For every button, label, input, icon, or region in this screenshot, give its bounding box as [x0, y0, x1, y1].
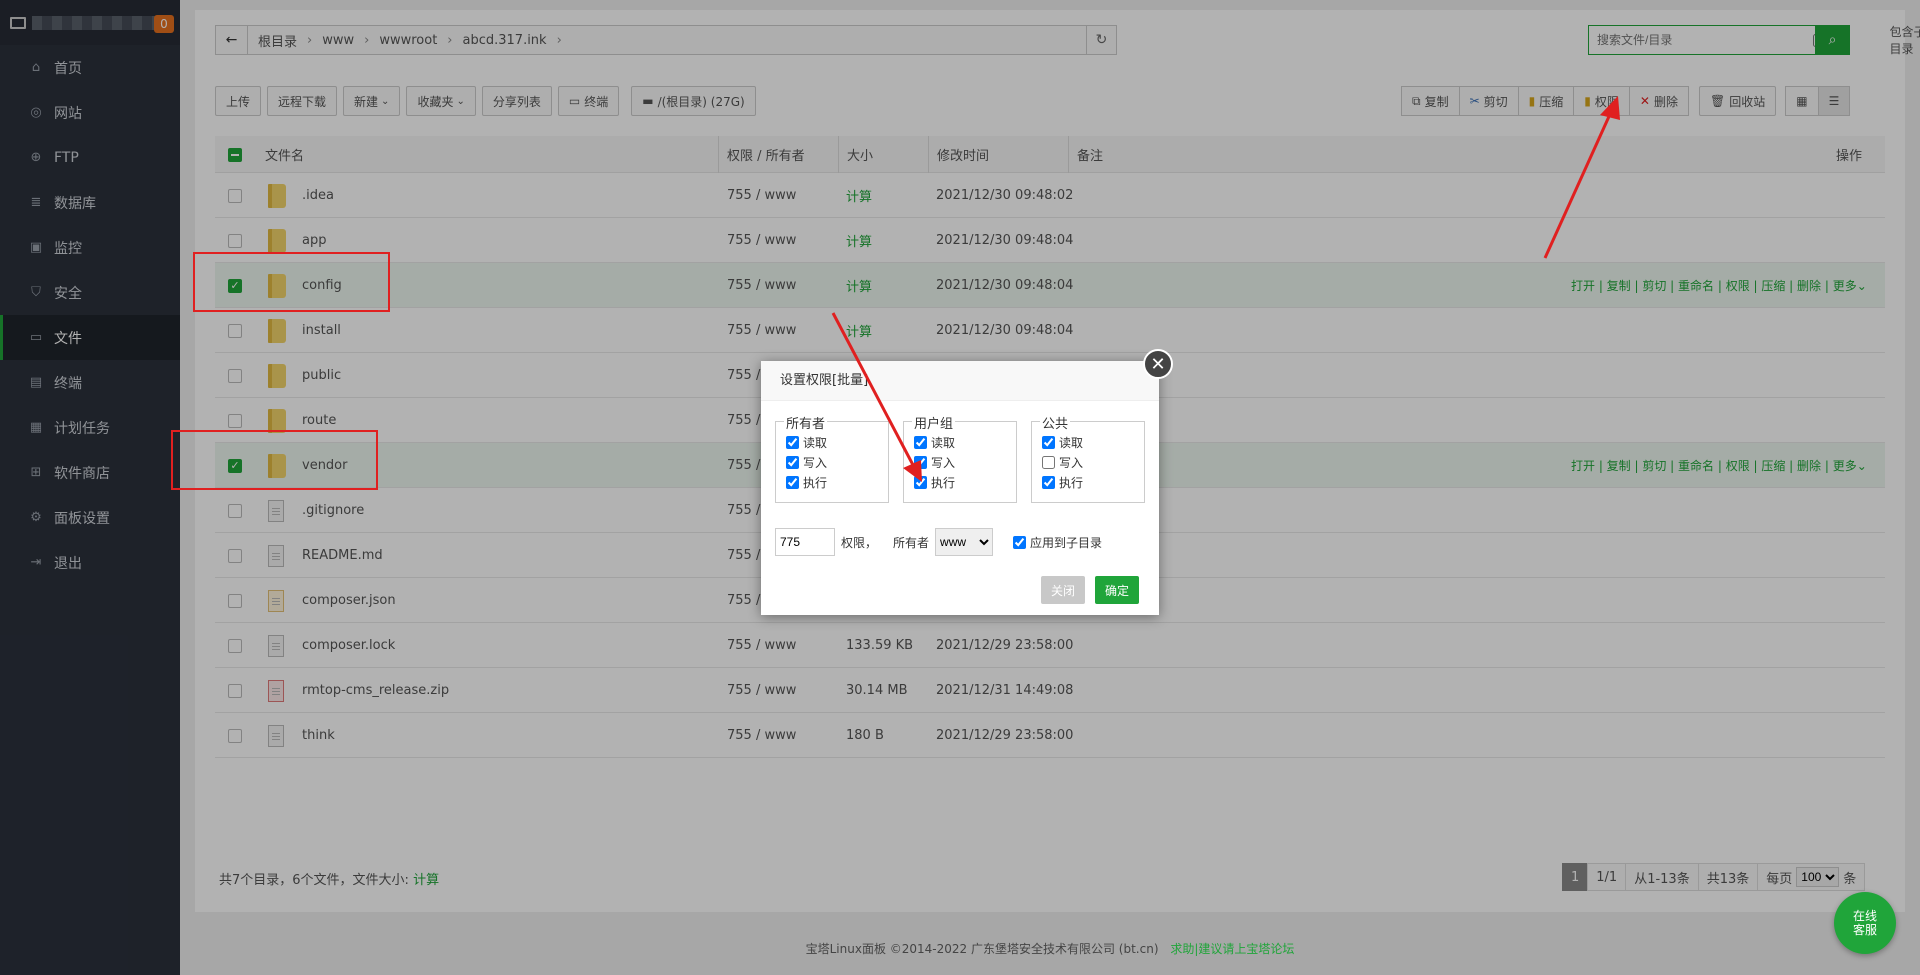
copyright: 宝塔Linux面板 ©2014-2022 广东堡塔安全技术有限公司 (bt.cn…	[0, 940, 1920, 957]
perm-exec[interactable]: 执行	[914, 472, 1016, 492]
perm-read-checkbox[interactable]	[1042, 435, 1055, 449]
perm-write-label: 写入	[1059, 455, 1084, 470]
group-legend: 公共	[1040, 413, 1071, 432]
dialog-close-button[interactable]: ✕	[1143, 349, 1173, 379]
perm-exec-label: 执行	[803, 475, 828, 490]
perm-read-label: 读取	[931, 435, 956, 450]
copyright-text: 宝塔Linux面板 ©2014-2022 广东堡塔安全技术有限公司 (bt.cn…	[805, 942, 1159, 956]
perm-write[interactable]: 写入	[1042, 452, 1144, 472]
perm-read[interactable]: 读取	[1042, 432, 1144, 452]
perm-exec-label: 执行	[931, 475, 956, 490]
perm-write[interactable]: 写入	[786, 452, 888, 472]
permission-settings-row: 权限， 所有者 www 应用到子目录	[775, 528, 1102, 556]
close-icon: ✕	[1150, 353, 1166, 375]
group-legend: 用户组	[912, 413, 956, 432]
online-service-label: 在线客服	[1852, 909, 1877, 937]
perm-write-checkbox[interactable]	[786, 455, 799, 469]
perm-read-label: 读取	[1059, 435, 1084, 450]
online-service-button[interactable]: 在线客服	[1834, 892, 1896, 954]
perm-read[interactable]: 读取	[914, 432, 1016, 452]
apply-subdir-checkbox[interactable]	[1013, 535, 1027, 549]
perm-exec[interactable]: 执行	[786, 472, 888, 492]
perm-exec-checkbox[interactable]	[786, 475, 799, 489]
group-legend: 所有者	[784, 413, 828, 432]
forum-link[interactable]: 求助|建议请上宝塔论坛	[1170, 942, 1294, 956]
owner-select[interactable]: www	[935, 528, 994, 556]
owner-label: 所有者	[893, 535, 930, 550]
perm-write-label: 写入	[931, 455, 956, 470]
dialog-cancel-button[interactable]: 关闭	[1040, 576, 1085, 604]
perm-exec[interactable]: 执行	[1042, 472, 1144, 492]
perm-read-label: 读取	[803, 435, 828, 450]
dialog-buttons: 关闭 确定	[1040, 576, 1139, 604]
perm-exec-checkbox[interactable]	[1042, 475, 1055, 489]
perm-read-checkbox[interactable]	[914, 435, 927, 449]
permission-dialog: 设置权限[批量] ✕ 所有者读取写入执行用户组读取写入执行公共读取写入执行 权限…	[761, 349, 1173, 615]
dialog-confirm-button[interactable]: 确定	[1094, 576, 1139, 604]
permission-value-input[interactable]	[775, 528, 835, 556]
permission-group-0: 所有者读取写入执行	[775, 413, 889, 503]
dialog-title: 设置权限[批量]	[761, 361, 1159, 401]
permission-label: 权限，	[841, 535, 878, 550]
apply-subdir-option[interactable]: 应用到子目录	[1013, 534, 1102, 551]
perm-write-checkbox[interactable]	[914, 455, 927, 469]
permission-group-1: 用户组读取写入执行	[903, 413, 1017, 503]
perm-read[interactable]: 读取	[786, 432, 888, 452]
annotation-box-config	[193, 252, 390, 312]
perm-write-label: 写入	[803, 455, 828, 470]
perm-read-checkbox[interactable]	[786, 435, 799, 449]
apply-subdir-label: 应用到子目录	[1030, 535, 1103, 550]
perm-write-checkbox[interactable]	[1042, 455, 1055, 469]
permission-groups: 所有者 读取 写入 执行 用户组 读取 写入 执行 公共 读取 写入 执行	[775, 413, 1145, 503]
perm-write[interactable]: 写入	[914, 452, 1016, 472]
perm-exec-label: 执行	[1059, 475, 1084, 490]
annotation-box-vendor	[171, 430, 378, 490]
permission-group-2: 公共读取写入执行	[1031, 413, 1145, 503]
perm-exec-checkbox[interactable]	[914, 475, 927, 489]
